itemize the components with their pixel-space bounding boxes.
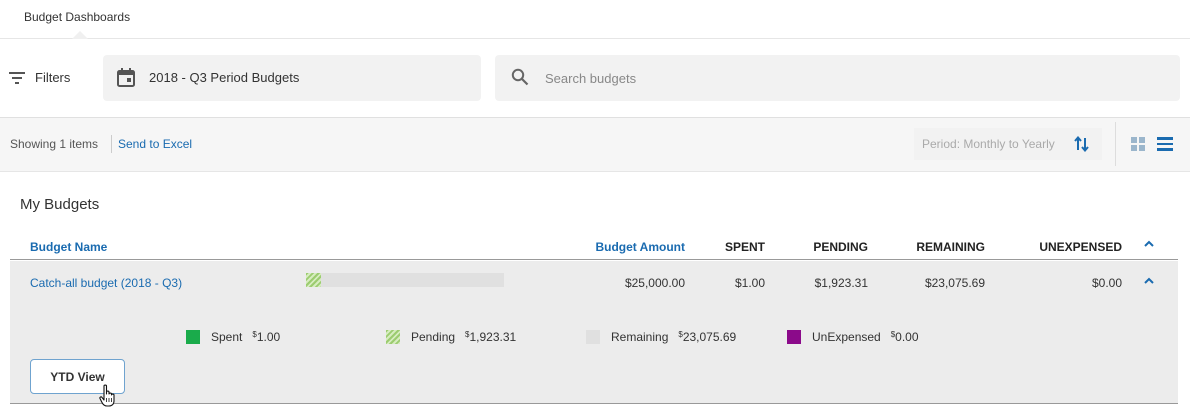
legend-amount: $1,923.31 bbox=[465, 330, 517, 344]
search-input[interactable] bbox=[545, 66, 1145, 90]
column-header-unexpensed: UNEXPENSED bbox=[1039, 240, 1122, 254]
legend-item-unexpensed: UnExpensed $0.00 bbox=[787, 329, 919, 345]
section-title: My Budgets bbox=[20, 196, 100, 213]
column-header-remaining: REMAINING bbox=[916, 240, 985, 254]
hand-cursor-icon bbox=[99, 384, 115, 407]
send-to-excel-link[interactable]: Send to Excel bbox=[118, 137, 192, 151]
budget-period: (2018 - Q3) bbox=[120, 276, 183, 290]
period-select[interactable]: 2018 - Q3 Period Budgets bbox=[103, 55, 481, 101]
legend-amount: $0.00 bbox=[890, 330, 919, 344]
active-tab-indicator bbox=[72, 31, 88, 39]
sort-icon bbox=[1074, 136, 1089, 152]
legend-amount: $23,075.69 bbox=[678, 330, 737, 344]
legend-swatch bbox=[586, 330, 600, 344]
budget-name: Catch-all budget bbox=[30, 276, 118, 290]
legend-label: Spent bbox=[211, 330, 243, 344]
tab-bar: Budget Dashboards bbox=[0, 0, 1190, 39]
legend-swatch bbox=[186, 330, 200, 344]
legend-item-pending: Pending $1,923.31 bbox=[386, 329, 516, 345]
showing-count: Showing 1 items bbox=[10, 137, 99, 151]
list-view-icon[interactable] bbox=[1157, 137, 1173, 151]
period-toggle-label: Period: Monthly to Yearly bbox=[922, 137, 1055, 151]
unexpensed-amount: $0.00 bbox=[1091, 276, 1122, 290]
period-value: 2018 - Q3 Period Budgets bbox=[149, 70, 300, 85]
remaining-amount: $23,075.69 bbox=[924, 276, 985, 290]
legend-label: Remaining bbox=[611, 330, 669, 344]
legend-label: UnExpensed bbox=[812, 330, 881, 344]
budget-progress-bar bbox=[306, 273, 504, 287]
grid-view-icon[interactable] bbox=[1131, 137, 1146, 152]
legend-amount: $1.00 bbox=[252, 330, 281, 344]
legend-label: Pending bbox=[411, 330, 456, 344]
calendar-icon bbox=[117, 68, 135, 87]
tab-budget-dashboards[interactable]: Budget Dashboards bbox=[24, 10, 130, 24]
column-header-budget-amount[interactable]: Budget Amount bbox=[595, 240, 685, 254]
budget-name-link[interactable]: Catch-all budget (2018 - Q3) bbox=[30, 276, 182, 290]
search-icon bbox=[511, 68, 529, 86]
legend-swatch bbox=[386, 330, 400, 344]
period-toggle[interactable]: Period: Monthly to Yearly bbox=[914, 128, 1102, 160]
toolbar-divider bbox=[111, 135, 112, 153]
legend-item-spent: Spent $1.00 bbox=[186, 329, 280, 345]
chevron-up-icon[interactable] bbox=[1143, 276, 1155, 286]
filters-label: Filters bbox=[35, 70, 71, 85]
table-row: Catch-all budget (2018 - Q3) $25,000.00 … bbox=[10, 261, 1178, 407]
column-header-budget-name[interactable]: Budget Name bbox=[30, 240, 107, 254]
filter-bar: Filters 2018 - Q3 Period Budgets bbox=[0, 39, 1190, 117]
filter-icon bbox=[9, 71, 25, 84]
budget-amount: $25,000.00 bbox=[624, 276, 685, 290]
table-header: Budget Name Budget Amount SPENT PENDING … bbox=[10, 232, 1178, 260]
results-toolbar: Showing 1 items Send to Excel Period: Mo… bbox=[0, 117, 1190, 172]
search-box bbox=[495, 55, 1180, 101]
spent-amount: $1.00 bbox=[734, 276, 765, 290]
toolbar-divider bbox=[1115, 122, 1116, 166]
pending-bar-segment bbox=[306, 273, 321, 287]
column-header-spent: SPENT bbox=[724, 240, 765, 254]
chevron-up-icon[interactable] bbox=[1143, 239, 1155, 249]
pending-amount: $1,923.31 bbox=[814, 276, 868, 290]
filters-button[interactable]: Filters bbox=[9, 70, 70, 85]
column-header-pending: PENDING bbox=[813, 240, 868, 254]
legend-item-remaining: Remaining $23,075.69 bbox=[586, 329, 736, 345]
legend-swatch bbox=[787, 330, 801, 344]
